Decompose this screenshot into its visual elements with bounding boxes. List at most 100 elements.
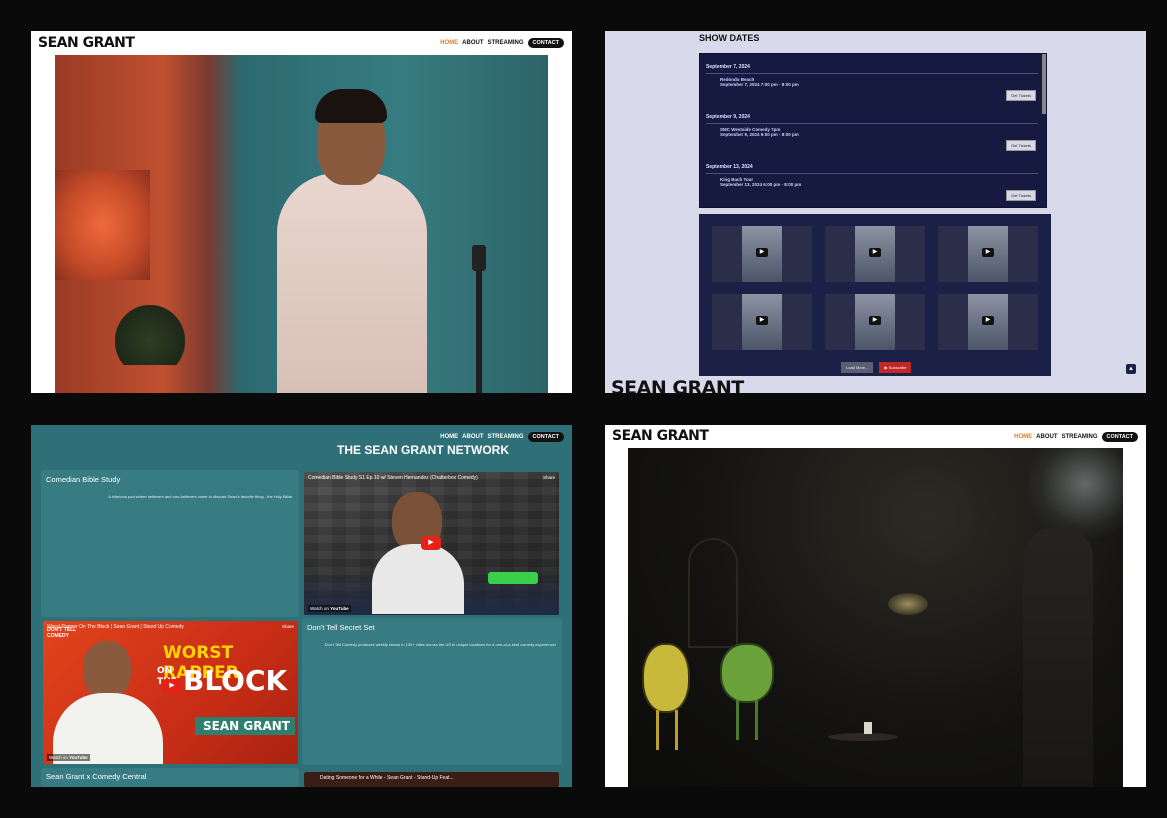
watch-on-label: Watch on [49, 755, 68, 760]
play-icon[interactable]: ▶ [756, 248, 768, 257]
section-card-comedy-central: Sean Grant x Comedy Central [41, 768, 299, 787]
section-title: Sean Grant x Comedy Central [46, 772, 147, 781]
video-title[interactable]: Dating Someone for a While - Sean Grant … [320, 775, 555, 781]
video-title[interactable]: Comedian Bible Study S1 Ep 10 w/ Steven … [308, 475, 555, 481]
watch-on-youtube[interactable]: Watch on YouTube [308, 605, 351, 612]
event-item: September 9, 2024 SMC Westside Comedy 7p… [706, 114, 1038, 151]
get-tickets-button[interactable]: Get Tickets [1005, 90, 1036, 101]
mic-stand-clip [472, 245, 486, 271]
nav-streaming[interactable]: STREAMING [488, 40, 524, 46]
nav-about[interactable]: ABOUT [1036, 434, 1057, 440]
nav-streaming[interactable]: STREAMING [1062, 434, 1098, 440]
play-icon[interactable]: ▶ [982, 316, 994, 325]
youtube-embed-bible-study[interactable]: Comedian Bible Study S1 Ep 10 w/ Steven … [304, 472, 559, 615]
green-light [488, 572, 538, 584]
play-icon[interactable]: ▶ [982, 248, 994, 257]
scroll-to-top-icon[interactable]: ▲ [1126, 364, 1136, 374]
home-page-panel: SEAN GRANT HOME ABOUT STREAMING CONTACT [31, 31, 572, 393]
youtube-embed-worst-rapper[interactable]: Worst Rapper On The Block | Sean Grant |… [43, 621, 298, 764]
top-nav: HOME ABOUT STREAMING CONTACT [440, 38, 564, 48]
share-icon[interactable]: Share [543, 475, 555, 480]
load-more-button[interactable]: Load More... [841, 362, 874, 373]
get-tickets-button[interactable]: Get Tickets [1005, 140, 1036, 151]
youtube-logo: YouTube [69, 755, 88, 760]
comedian-head [83, 641, 131, 699]
video-thumbnail[interactable]: ▶ [938, 294, 1038, 350]
footer-logo: SEAN GRANT [611, 377, 744, 393]
event-time: September 7, 2024 7:00 pm - 8:00 pm [720, 82, 799, 87]
top-nav: HOME ABOUT STREAMING CONTACT [440, 432, 564, 442]
mascot-legs [736, 700, 758, 740]
table [828, 733, 898, 741]
nav-contact-button[interactable]: CONTACT [1101, 432, 1138, 442]
nav-home[interactable]: HOME [440, 40, 458, 46]
section-card-bible-study: Comedian Bible Study A hilarious pod whe… [41, 470, 299, 617]
event-item: September 13, 2024 King Bach Tour Septem… [706, 164, 1038, 201]
water-splash [1028, 448, 1123, 538]
thumb-block: BLOCK [183, 664, 288, 697]
section-card-dont-tell: Don't Tell Secret Set Don't Tell Comedy … [302, 618, 562, 765]
thumb-on: ON [157, 666, 173, 676]
network-panel: HOME ABOUT STREAMING CONTACT THE SEAN GR… [31, 425, 572, 787]
event-time: September 13, 2024 6:00 pm - 8:00 pm [720, 182, 802, 187]
thumb-name: SEAN GRANT [203, 719, 290, 733]
video-thumbnail[interactable]: ▶ [825, 294, 925, 350]
home-video-panel: SEAN GRANT HOME ABOUT STREAMING CONTACT [605, 425, 1146, 787]
video-grid: ▶ ▶ ▶ ▶ ▶ ▶ [699, 214, 1051, 376]
watch-on-label: Watch on [310, 606, 329, 611]
comedian-hair [315, 89, 387, 123]
event-date: September 7, 2024 [706, 64, 750, 70]
share-icon[interactable]: Share [282, 624, 294, 629]
video-thumbnail[interactable]: ▶ [825, 226, 925, 282]
event-time: September 9, 2024 6:00 pm - 8:00 pm [720, 132, 799, 137]
host-body [372, 544, 464, 614]
play-icon[interactable]: ▶ [869, 316, 881, 325]
nav-streaming[interactable]: STREAMING [488, 434, 524, 440]
watch-on-youtube[interactable]: Watch on YouTube [47, 754, 90, 761]
section-title: Don't Tell Secret Set [307, 623, 375, 632]
dont-tell-badge: DON'T TELL COMEDY [47, 627, 77, 639]
youtube-embed-comedy-central[interactable]: Dating Someone for a While - Sean Grant … [304, 772, 559, 787]
video-thumbnail[interactable]: ▶ [938, 226, 1038, 282]
show-dates-panel: SHOW DATES September 7, 2024 Redondo Bea… [605, 31, 1146, 393]
site-logo[interactable]: SEAN GRANT [612, 428, 709, 444]
subscribe-button[interactable]: ▶ Subscribe [879, 362, 912, 373]
nav-contact-button[interactable]: CONTACT [527, 38, 564, 48]
divider [706, 173, 1038, 174]
yellow-mascot [642, 643, 690, 713]
network-title: THE SEAN GRANT NETWORK [337, 443, 509, 457]
section-description: A hilarious pod where believers and non-… [108, 494, 293, 499]
show-dates-list[interactable]: September 7, 2024 Redondo Beach Septembe… [699, 53, 1047, 208]
standing-person [1023, 528, 1093, 787]
play-icon[interactable]: ▶ [162, 679, 182, 693]
nav-about[interactable]: ABOUT [462, 40, 483, 46]
hero-image [55, 55, 548, 393]
event-item: September 7, 2024 Redondo Beach Septembe… [706, 64, 1038, 101]
divider [706, 73, 1038, 74]
play-icon[interactable]: ▶ [869, 248, 881, 257]
get-tickets-button[interactable]: Get Tickets [1005, 190, 1036, 201]
event-date: September 9, 2024 [706, 114, 750, 120]
section-title: Comedian Bible Study [46, 475, 121, 484]
nav-about[interactable]: ABOUT [462, 434, 483, 440]
play-icon[interactable]: ▶ [421, 536, 441, 550]
youtube-logo: YouTube [330, 606, 349, 611]
plant [115, 305, 185, 365]
scrollbar[interactable] [1042, 54, 1046, 114]
section-description: Don't Tell Comedy produces weekly shows … [324, 642, 556, 647]
top-nav: HOME ABOUT STREAMING CONTACT [1014, 432, 1138, 442]
cup [864, 722, 872, 734]
video-actions: Load More... ▶ Subscribe [841, 362, 912, 373]
archway [688, 538, 738, 648]
video-thumbnail[interactable]: ▶ [712, 294, 812, 350]
nav-contact-button[interactable]: CONTACT [527, 432, 564, 442]
nav-home[interactable]: HOME [440, 434, 458, 440]
lamp [888, 593, 928, 615]
site-logo[interactable]: SEAN GRANT [38, 35, 135, 51]
green-mascot [720, 643, 774, 703]
lamp-shade [55, 170, 150, 280]
play-icon[interactable]: ▶ [756, 316, 768, 325]
hero-video[interactable] [628, 448, 1123, 787]
video-thumbnail[interactable]: ▶ [712, 226, 812, 282]
nav-home[interactable]: HOME [1014, 434, 1032, 440]
